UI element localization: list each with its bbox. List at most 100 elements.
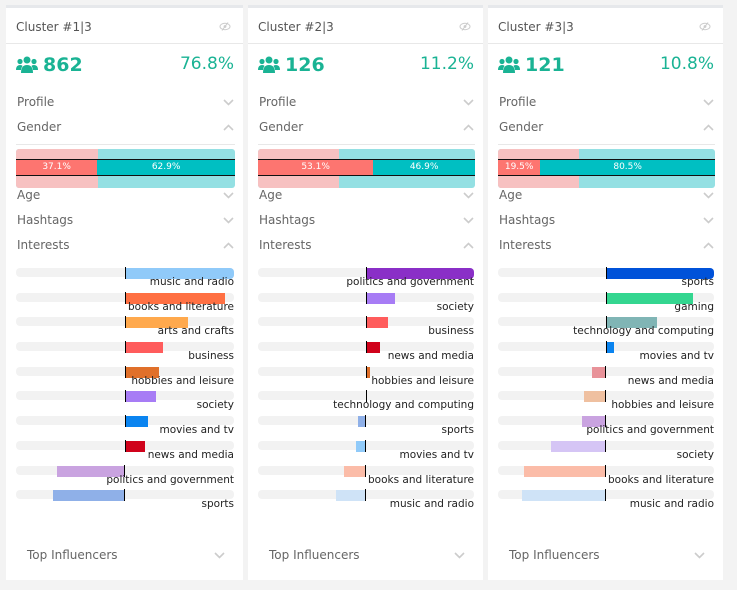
interest-row: politics and government <box>498 412 714 437</box>
cluster-title: Cluster #3|3 <box>498 20 574 34</box>
section-label: Gender <box>499 120 544 134</box>
interest-label: society <box>676 448 714 461</box>
interest-center-line <box>125 439 126 452</box>
section-profile[interactable]: Profile <box>258 90 474 115</box>
chevron-down-icon[interactable] <box>463 192 474 199</box>
gender-male-segment: 62.9% <box>97 160 235 175</box>
chevron-down-icon[interactable] <box>463 99 474 106</box>
chevron-up-icon[interactable] <box>463 124 474 131</box>
interest-center-line <box>606 267 607 279</box>
interest-bar <box>53 490 125 502</box>
section-top-influencers[interactable]: Top Influencers <box>26 543 225 563</box>
interest-label: movies and tv <box>159 424 234 437</box>
interest-center-line <box>605 390 606 403</box>
interest-label: hobbies and leisure <box>131 374 234 387</box>
section-gender[interactable]: Gender <box>498 115 714 140</box>
chevron-down-icon[interactable] <box>703 99 714 106</box>
gender-female-segment: 37.1% <box>16 160 98 175</box>
section-top-influencers[interactable]: Top Influencers <box>508 543 705 563</box>
interest-row: business <box>16 338 234 363</box>
section-label: Interests <box>259 238 312 252</box>
interest-bar <box>523 465 606 477</box>
interest-row: society <box>16 387 234 412</box>
interest-row: news and media <box>16 437 234 462</box>
chevron-down-icon[interactable] <box>223 217 234 224</box>
cluster-card: Cluster #1|3 862 76.8% Profile Gender 37… <box>6 5 243 580</box>
interest-bar <box>366 342 381 354</box>
chevron-down-icon[interactable] <box>214 552 225 559</box>
interest-label: hobbies and leisure <box>371 374 474 387</box>
card-header: Cluster #2|3 <box>248 8 483 44</box>
interest-label: sports <box>681 276 714 288</box>
interest-row: news and media <box>498 363 714 388</box>
interest-row: sports <box>258 412 474 437</box>
section-profile[interactable]: Profile <box>498 90 714 115</box>
interest-row: music and radio <box>498 486 714 511</box>
interest-center-line <box>366 291 367 304</box>
users-icon <box>258 56 280 73</box>
section-label: Hashtags <box>499 213 556 227</box>
interest-bar <box>584 391 606 403</box>
interest-label: sports <box>201 498 234 511</box>
section-age[interactable]: Age <box>498 183 714 208</box>
cluster-count: 862 <box>43 54 83 76</box>
gender-panel: 37.1% 62.9% <box>16 144 235 188</box>
interest-bar <box>125 391 156 403</box>
card-header: Cluster #3|3 <box>488 8 723 44</box>
section-interests[interactable]: Interests <box>258 233 474 258</box>
interest-bar <box>366 292 396 304</box>
cluster-percent: 11.2% <box>419 54 474 74</box>
hide-eye-icon[interactable] <box>699 22 711 31</box>
section-profile[interactable]: Profile <box>16 90 234 115</box>
section-label: Interests <box>17 238 70 252</box>
interest-label: society <box>436 300 474 313</box>
section-interests[interactable]: Interests <box>16 233 234 258</box>
interest-row: business <box>258 313 474 338</box>
chevron-down-icon[interactable] <box>463 217 474 224</box>
section-label: Gender <box>259 120 304 134</box>
interest-label: arts and crafts <box>157 325 234 338</box>
interest-row: books and literature <box>258 462 474 487</box>
cluster-card: Cluster #2|3 126 11.2% Profile Gender 53… <box>248 5 483 580</box>
chevron-down-icon[interactable] <box>694 552 705 559</box>
interest-label: books and literature <box>608 473 714 486</box>
cluster-title: Cluster #1|3 <box>16 20 92 34</box>
section-hashtags[interactable]: Hashtags <box>16 208 234 233</box>
interest-bar <box>125 440 145 452</box>
interest-center-line <box>366 341 367 354</box>
chevron-up-icon[interactable] <box>223 124 234 131</box>
chevron-down-icon[interactable] <box>223 192 234 199</box>
interest-center-line <box>125 291 126 304</box>
section-hashtags[interactable]: Hashtags <box>258 208 474 233</box>
section-age[interactable]: Age <box>258 183 474 208</box>
interest-row: politics and government <box>16 462 234 487</box>
section-gender[interactable]: Gender <box>16 115 234 140</box>
interest-center-line <box>606 341 607 354</box>
hide-eye-icon[interactable] <box>459 22 471 31</box>
chevron-down-icon[interactable] <box>454 552 465 559</box>
chevron-up-icon[interactable] <box>463 242 474 249</box>
chevron-down-icon[interactable] <box>223 99 234 106</box>
chevron-up-icon[interactable] <box>703 242 714 249</box>
section-gender[interactable]: Gender <box>258 115 474 140</box>
chevron-down-icon[interactable] <box>703 192 714 199</box>
interests-chart: politics and government society business ne… <box>258 264 474 514</box>
chevron-up-icon[interactable] <box>703 124 714 131</box>
interest-row: hobbies and leisure <box>16 363 234 388</box>
interest-row: arts and crafts <box>16 313 234 338</box>
section-top-influencers[interactable]: Top Influencers <box>268 543 465 563</box>
interest-center-line <box>605 489 606 502</box>
chevron-down-icon[interactable] <box>703 217 714 224</box>
cluster-percent: 10.8% <box>659 54 714 74</box>
chevron-up-icon[interactable] <box>223 242 234 249</box>
interest-center-line <box>125 267 126 279</box>
gender-bar: 37.1% 62.9% <box>16 159 235 176</box>
section-age[interactable]: Age <box>16 183 234 208</box>
hide-eye-icon[interactable] <box>219 22 231 31</box>
section-hashtags[interactable]: Hashtags <box>498 208 714 233</box>
interest-label: technology and computing <box>573 325 714 338</box>
section-label: Age <box>499 188 523 202</box>
interest-row: sports <box>16 486 234 511</box>
section-interests[interactable]: Interests <box>498 233 714 258</box>
gender-male-segment: 80.5% <box>540 160 715 175</box>
